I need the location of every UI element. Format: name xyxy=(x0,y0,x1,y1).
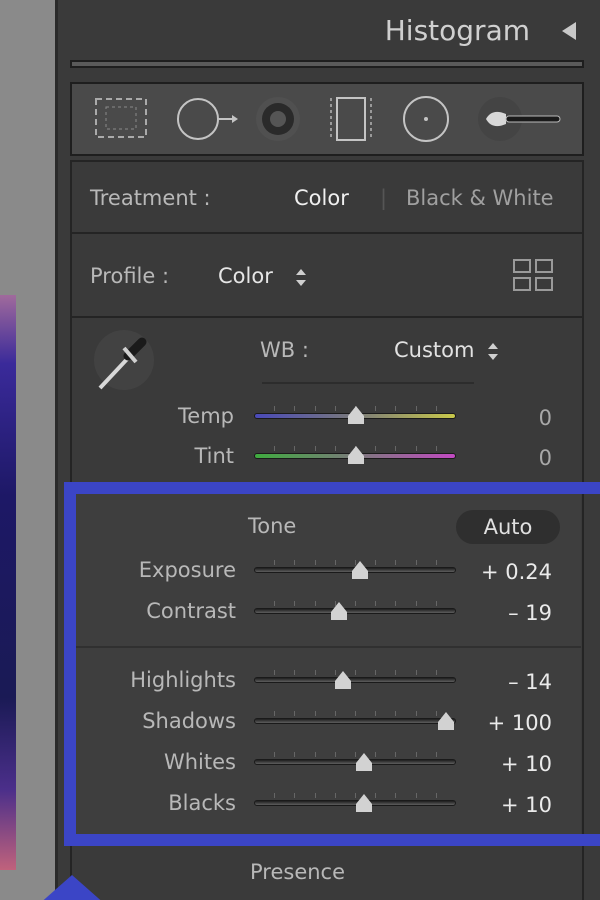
profile-select[interactable]: Color xyxy=(218,264,273,288)
collapse-triangle-icon[interactable] xyxy=(562,22,576,40)
slider-ticks xyxy=(254,601,456,607)
highlights-value[interactable]: – 14 xyxy=(432,670,552,694)
tool-strip xyxy=(70,82,584,156)
blacks-value[interactable]: + 10 xyxy=(432,793,552,817)
highlights-label: Highlights xyxy=(130,668,236,692)
exposure-value[interactable]: + 0.24 xyxy=(432,560,552,584)
whites-label: Whites xyxy=(163,750,236,774)
histogram-bar xyxy=(70,60,584,68)
tint-label: Tint xyxy=(194,444,234,468)
highlights-slider-thumb[interactable] xyxy=(333,670,353,690)
updown-icon[interactable] xyxy=(486,340,500,362)
eyedropper-icon[interactable] xyxy=(92,326,162,396)
shadows-value[interactable]: + 100 xyxy=(432,711,552,735)
tint-value[interactable]: 0 xyxy=(432,446,552,470)
wb-label: WB : xyxy=(260,338,309,362)
contrast-slider-track[interactable] xyxy=(254,608,456,614)
treatment-bw-option[interactable]: Black & White xyxy=(406,186,554,210)
highlight-pointer xyxy=(38,875,106,900)
temp-slider-thumb[interactable] xyxy=(346,405,366,425)
temp-label: Temp xyxy=(178,404,234,428)
separator xyxy=(70,160,584,162)
slider-ticks xyxy=(254,670,456,676)
highlights-slider-track[interactable] xyxy=(254,677,456,683)
red-eye-icon[interactable] xyxy=(256,97,300,141)
treatment-divider: | xyxy=(380,186,388,210)
whites-value[interactable]: + 10 xyxy=(432,752,552,776)
separator xyxy=(76,646,581,648)
histogram-title[interactable]: Histogram xyxy=(385,14,530,47)
contrast-value[interactable]: – 19 xyxy=(432,601,552,625)
profile-browser-icon[interactable] xyxy=(512,258,556,294)
presence-heading: Presence xyxy=(250,860,346,884)
shadows-label: Shadows xyxy=(142,709,236,733)
treatment-label: Treatment : xyxy=(90,186,211,210)
blacks-label: Blacks xyxy=(168,791,236,815)
tint-slider-thumb[interactable] xyxy=(346,445,366,465)
separator xyxy=(70,232,584,234)
separator xyxy=(70,316,584,318)
whites-slider-thumb[interactable] xyxy=(354,752,374,772)
profile-label: Profile : xyxy=(90,264,170,288)
contrast-slider-thumb[interactable] xyxy=(329,601,349,621)
tone-heading: Tone xyxy=(248,514,297,538)
auto-button[interactable]: Auto xyxy=(456,510,560,544)
updown-icon[interactable] xyxy=(294,266,308,288)
photo-preview xyxy=(0,295,16,870)
temp-value[interactable]: 0 xyxy=(432,406,552,430)
blacks-slider-thumb[interactable] xyxy=(354,793,374,813)
slider-ticks xyxy=(254,711,456,717)
radial-filter-icon[interactable] xyxy=(403,96,449,142)
treatment-color-option[interactable]: Color xyxy=(294,186,349,210)
adjustment-brush-icon[interactable] xyxy=(478,97,561,141)
wb-underline xyxy=(262,382,474,384)
crop-overlay-icon[interactable] xyxy=(95,98,147,138)
shadows-slider-track[interactable] xyxy=(254,718,456,724)
exposure-slider-thumb[interactable] xyxy=(350,560,370,580)
exposure-label: Exposure xyxy=(138,558,236,582)
wb-select[interactable]: Custom xyxy=(394,338,474,362)
contrast-label: Contrast xyxy=(146,599,236,623)
spot-removal-icon[interactable] xyxy=(177,98,238,140)
graduated-filter-icon[interactable] xyxy=(330,97,372,141)
